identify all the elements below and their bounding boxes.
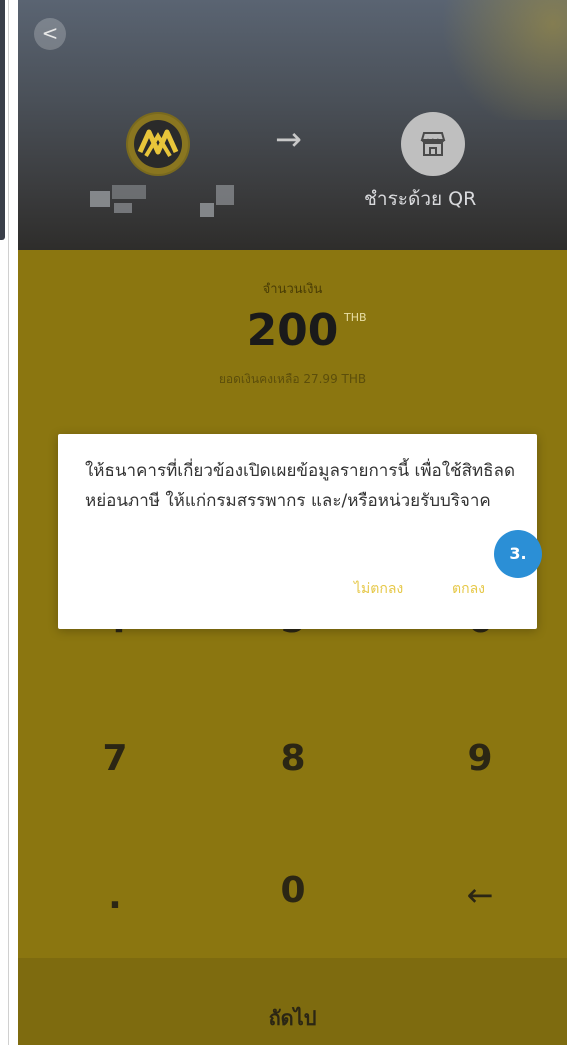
left-page-strip bbox=[0, 0, 12, 1045]
arrow-right-icon: → bbox=[275, 120, 302, 158]
left-strip-divider bbox=[8, 0, 9, 1045]
left-strip-dark-block bbox=[0, 0, 5, 240]
bank-logo-icon bbox=[126, 112, 190, 176]
step-badge: 3. bbox=[494, 530, 542, 578]
decline-button[interactable]: ไม่ตกลง bbox=[354, 578, 403, 600]
dialog-message: ให้ธนาคารที่เกี่ยวข้องเปิดเผยข้อมูลรายกา… bbox=[85, 461, 515, 511]
consent-dialog: ให้ธนาคารที่เกี่ยวข้องเปิดเผยข้อมูลรายกา… bbox=[58, 434, 537, 629]
shop-icon bbox=[401, 112, 465, 176]
pay-method-label: ชำระด้วย QR bbox=[364, 188, 477, 210]
accept-button[interactable]: ตกลง bbox=[452, 578, 485, 600]
phone-screen: < → ชำระด้วย QR จำนวนเงิน 200 THB ยอดเงิ… bbox=[18, 0, 567, 1045]
back-button[interactable]: < bbox=[34, 18, 66, 50]
back-icon: < bbox=[41, 21, 59, 45]
